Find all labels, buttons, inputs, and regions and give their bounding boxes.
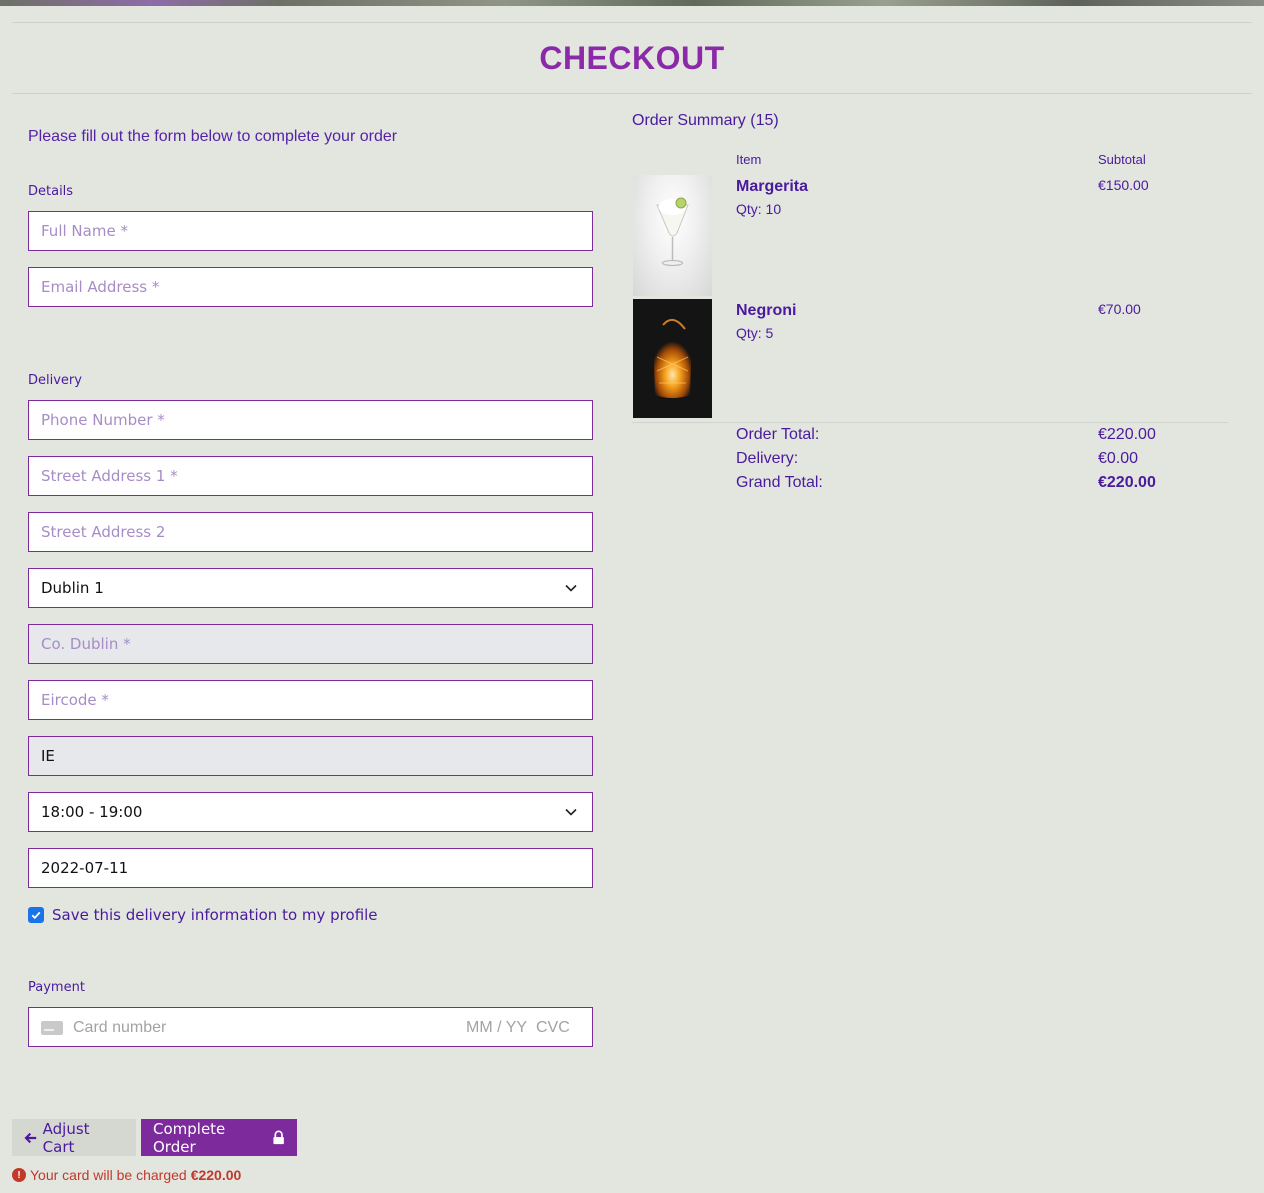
order-summary-title: Order Summary (15) [632,112,779,129]
details-legend: Details [28,184,74,199]
form-intro-text: Please fill out the form below to comple… [28,128,398,145]
order-total-value: €220.00 [1098,426,1156,443]
grand-total-value: €220.00 [1098,474,1156,491]
phone-field[interactable]: Phone Number * [28,400,593,440]
card-cvc-placeholder: CVC [536,1019,570,1036]
summary-divider [632,422,1228,423]
order-total-label: Order Total: [736,426,820,443]
summary-item-name: Negroni [736,302,797,319]
summary-item-qty: Qty: 10 [736,201,782,217]
chevron-down-icon [565,808,577,816]
complete-order-label: Complete Order [153,1119,226,1156]
card-number-placeholder: Card number [73,1019,167,1036]
summary-item-qty: Qty: 5 [736,325,774,341]
hero-image-strip [0,0,1264,6]
checkmark-icon [31,911,41,920]
item-column-header: Item [736,152,762,167]
card-expiry-placeholder: MM / YY [466,1019,528,1036]
full-name-field[interactable]: Full Name * [28,211,593,251]
delivery-legend: Delivery [28,373,82,388]
delivery-time-value: 18:00 - 19:00 [41,803,143,821]
exclamation-circle-icon: ! [12,1168,26,1182]
lock-icon [273,1130,284,1145]
delivery-cost-label: Delivery: [736,450,799,467]
email-field[interactable]: Email Address * [28,267,593,307]
save-info-label[interactable]: Save this delivery information to my pro… [52,906,378,924]
negroni-thumbnail [633,299,712,418]
area-select-value: Dublin 1 [41,579,104,597]
county-field[interactable]: Co. Dublin * [28,624,593,664]
adjust-cart-label: Adjust Cart [42,1119,90,1156]
payment-legend: Payment [28,980,85,995]
summary-item-subtotal: €70.00 [1098,301,1141,317]
street-address-2-field[interactable]: Street Address 2 [28,512,593,552]
divider [12,22,1252,23]
credit-card-icon [41,1021,63,1035]
margarita-thumbnail [633,175,712,296]
delivery-time-select[interactable]: 18:00 - 19:00 [28,792,593,832]
country-field[interactable]: IE [28,736,593,776]
charge-notice: ! Your card will be charged €220.00 [12,1167,241,1183]
divider [12,93,1252,94]
area-select[interactable]: Dublin 1 [28,568,593,608]
card-input[interactable]: Card number MM / YY CVC [28,1007,593,1047]
complete-order-button[interactable]: Complete Order [141,1119,297,1156]
eircode-field[interactable]: Eircode * [28,680,593,720]
page-title: CHECKOUT [539,40,725,76]
save-info-row: Save this delivery information to my pro… [28,906,378,924]
charge-text: Your card will be charged [30,1167,187,1183]
subtotal-column-header: Subtotal [1098,152,1146,167]
charge-amount: €220.00 [190,1167,242,1183]
arrow-left-icon [24,1132,37,1143]
save-info-checkbox[interactable] [28,907,44,923]
street-address-1-field[interactable]: Street Address 1 * [28,456,593,496]
delivery-cost-value: €0.00 [1098,450,1139,467]
summary-item-name: Margerita [736,178,809,195]
grand-total-label: Grand Total: [736,474,823,491]
chevron-down-icon [565,584,577,592]
summary-item-subtotal: €150.00 [1098,177,1149,193]
delivery-date-field[interactable]: 2022-07-11 [28,848,593,888]
adjust-cart-button[interactable]: Adjust Cart [12,1119,136,1156]
